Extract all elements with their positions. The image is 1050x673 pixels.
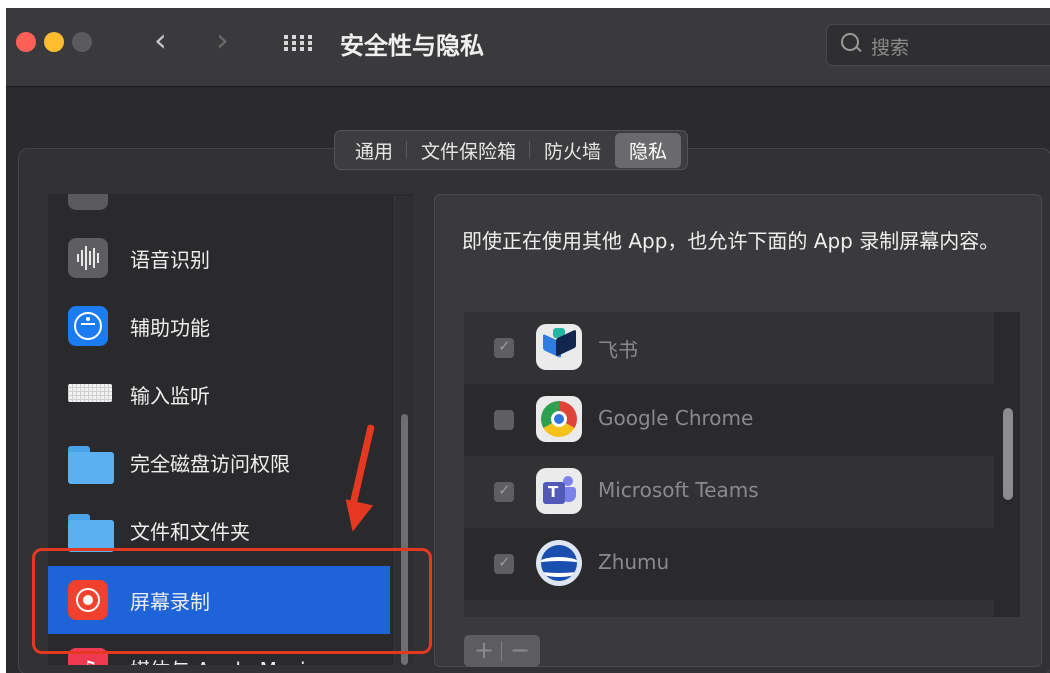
sidebar-item-label: 文件和文件夹 — [130, 520, 250, 544]
tab-general[interactable]: 通用 — [341, 133, 408, 168]
tab-privacy[interactable]: 隐私 — [615, 132, 682, 168]
grid-icon[interactable] — [284, 35, 312, 51]
remove-app-button[interactable]: − — [502, 635, 538, 667]
sidebar-item-label: 辅助功能 — [130, 316, 210, 340]
keyboard-icon — [68, 374, 112, 414]
sidebar-item-full-disk-access[interactable]: 完全磁盘访问权限 — [48, 428, 390, 496]
search-placeholder: 搜索 — [871, 37, 910, 59]
tab-filevault[interactable]: 文件保险箱 — [407, 133, 531, 168]
app-row-microsoft-teams[interactable]: ✓ T Microsoft Teams — [464, 456, 994, 528]
app-row-google-chrome[interactable]: Google Chrome — [464, 384, 994, 456]
zhumu-icon — [536, 540, 582, 586]
app-checkbox[interactable]: ✓ — [494, 481, 514, 502]
app-list-scroll-thumb[interactable] — [1003, 408, 1013, 500]
back-button[interactable]: ‹ — [154, 22, 167, 58]
chrome-icon — [536, 396, 582, 442]
app-row-partial — [464, 600, 994, 617]
add-app-button[interactable]: + — [466, 635, 502, 667]
app-name: Google Chrome — [598, 406, 754, 430]
waveform-icon — [68, 238, 108, 278]
close-window-button[interactable] — [16, 32, 36, 52]
sidebar-item-label: 完全磁盘访问权限 — [130, 452, 290, 476]
zoom-window-button[interactable] — [72, 32, 92, 52]
partial-item-icon — [68, 194, 108, 210]
app-name: 飞书 — [598, 338, 638, 362]
system-preferences-window: ‹ › 安全性与隐私 搜索 通用 文件保险箱 防火墙 隐私 语音识别 辅助功能 — [6, 8, 1050, 673]
app-name: Zhumu — [598, 550, 670, 574]
app-row-zhumu[interactable]: ✓ Zhumu — [464, 528, 994, 600]
app-list: ✓ 飞书 Google Chrome ✓ T Microsoft Teams ✓… — [464, 312, 1020, 617]
detail-description: 即使正在使用其他 App，也允许下面的 App 录制屏幕内容。 — [462, 229, 1000, 253]
app-checkbox[interactable] — [494, 410, 514, 430]
app-name: Microsoft Teams — [598, 478, 759, 502]
sidebar-item-label: 输入监听 — [130, 384, 210, 408]
search-field[interactable]: 搜索 — [826, 24, 1050, 66]
sidebar-item-input-monitoring[interactable]: 输入监听 — [48, 360, 390, 428]
search-icon — [841, 33, 859, 51]
teams-icon: T — [536, 468, 582, 514]
forward-button[interactable]: › — [216, 22, 229, 58]
folder-icon — [68, 510, 114, 552]
sidebar-item-speech-recognition[interactable]: 语音识别 — [48, 224, 390, 292]
tab-bar: 通用 文件保险箱 防火墙 隐私 — [334, 130, 689, 170]
window-title: 安全性与隐私 — [340, 32, 484, 60]
sidebar-item-accessibility[interactable]: 辅助功能 — [48, 292, 390, 360]
accessibility-icon — [68, 306, 108, 346]
sidebar-item-label: 语音识别 — [130, 248, 210, 272]
feishu-icon — [536, 324, 582, 370]
sidebar-item-label: 媒体与 Apple Music — [130, 654, 317, 665]
app-checkbox[interactable]: ✓ — [494, 337, 514, 358]
folder-icon — [68, 442, 114, 484]
annotation-highlight-box — [32, 548, 432, 654]
minimize-window-button[interactable] — [44, 32, 64, 52]
add-remove-control: + − — [464, 635, 540, 667]
app-row-feishu[interactable]: ✓ 飞书 — [464, 312, 994, 384]
title-bar: ‹ › 安全性与隐私 搜索 — [6, 8, 1050, 87]
tab-firewall[interactable]: 防火墙 — [530, 133, 615, 168]
app-checkbox[interactable]: ✓ — [494, 553, 514, 574]
